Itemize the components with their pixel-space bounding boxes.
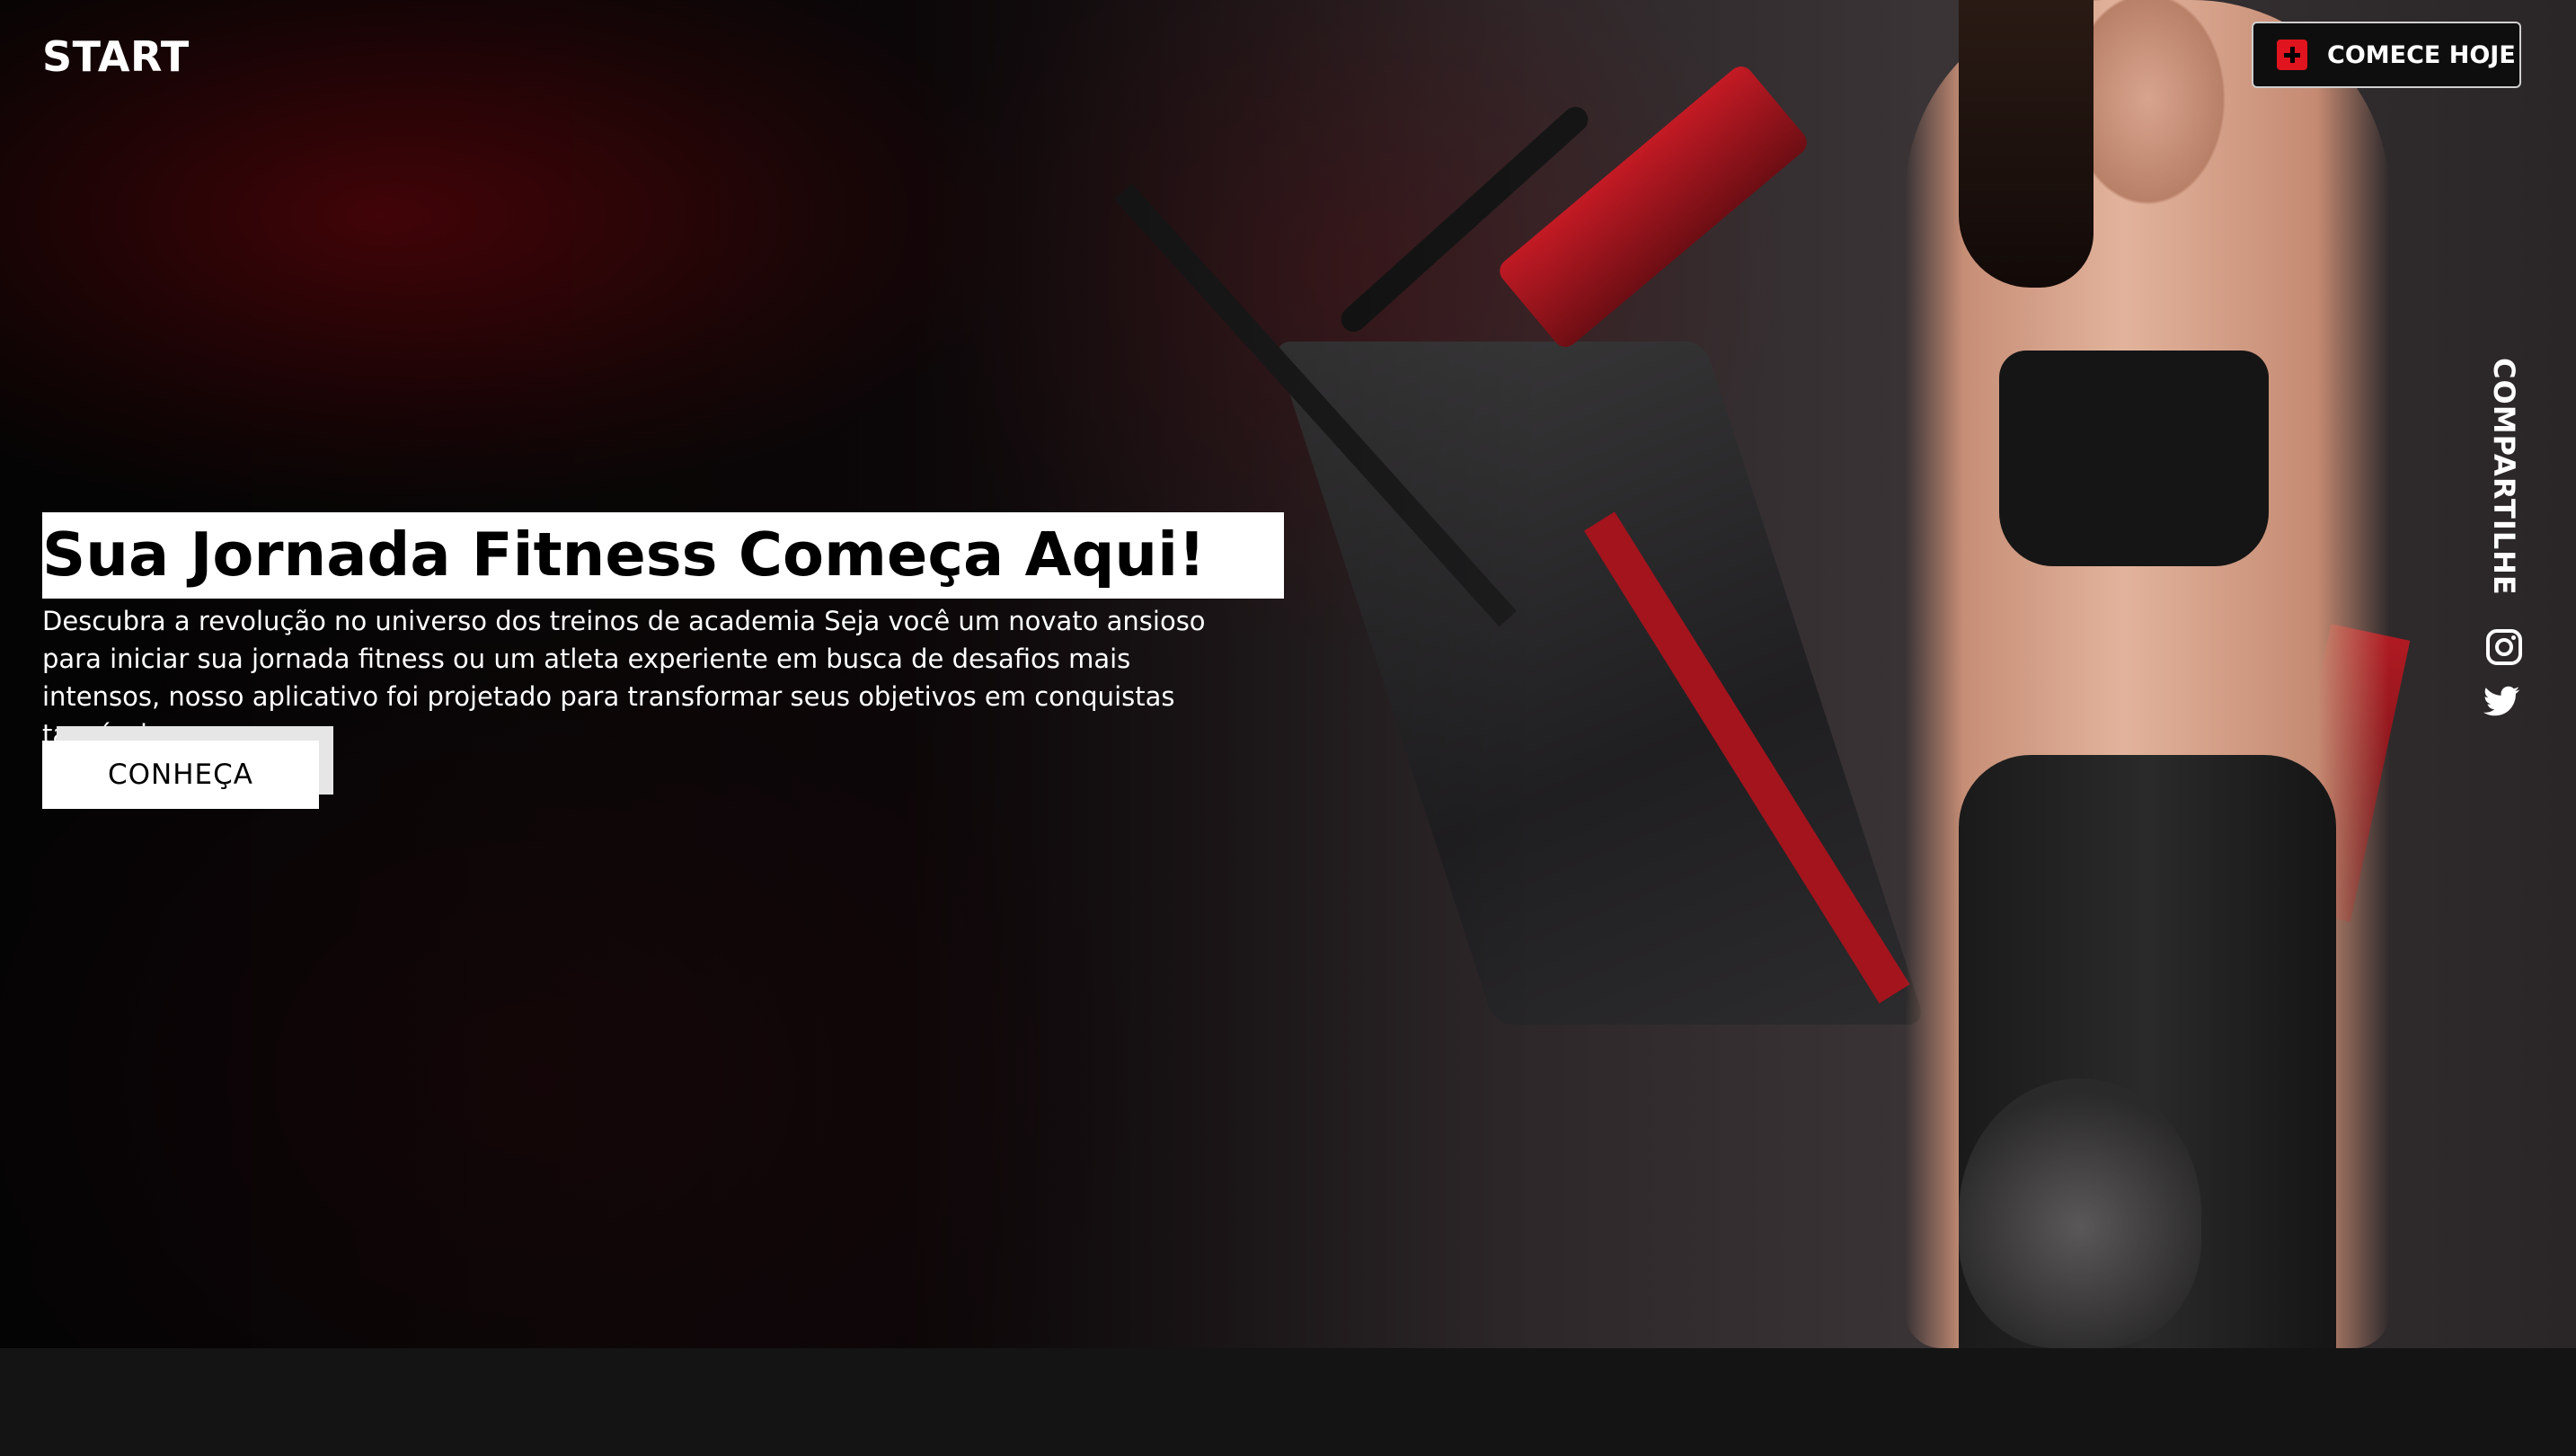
start-today-button[interactable]: COMECE HOJE [2252,22,2521,88]
brand-logo[interactable]: START [42,32,190,81]
learn-more-button[interactable]: CONHEÇA [42,741,319,809]
instagram-icon[interactable] [2483,626,2526,669]
share-label: COMPARTILHE [2487,357,2521,596]
twitter-icon[interactable] [2480,679,2523,723]
plus-square-icon [2277,40,2307,70]
share-label-container: COMPARTILHE [2480,357,2528,596]
start-today-label: COMECE HOJE [2327,40,2516,69]
next-section-band [0,1348,2576,1456]
page-title: Sua Jornada Fitness Começa Aqui! [42,519,1206,590]
